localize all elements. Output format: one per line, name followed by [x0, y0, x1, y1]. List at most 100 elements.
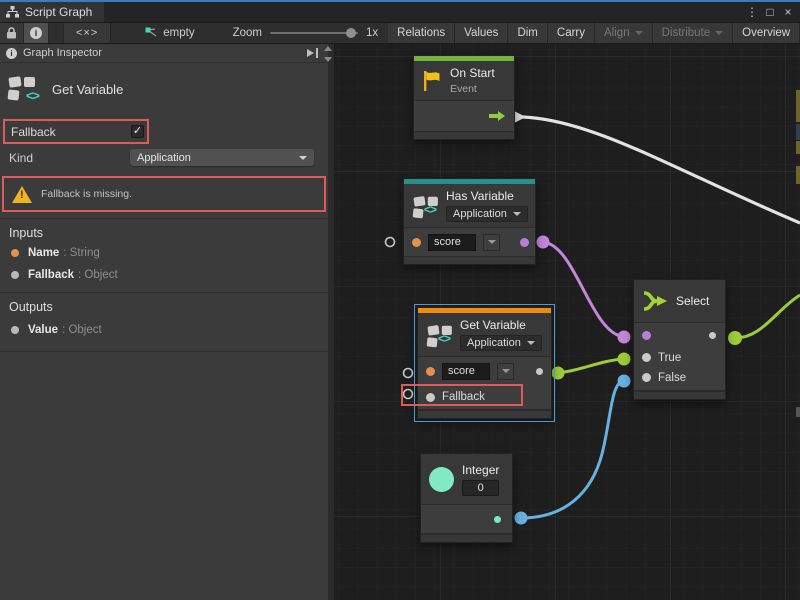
- false-input-port[interactable]: [642, 373, 651, 382]
- integer-value-field[interactable]: 0: [462, 480, 499, 496]
- chevron-down-icon: [502, 369, 510, 373]
- port-name: Fallback: [28, 269, 74, 281]
- node-subtitle: Event: [450, 83, 495, 95]
- node-select[interactable]: Select True False: [633, 279, 726, 400]
- name-input-port[interactable]: [412, 238, 421, 247]
- name-input-port[interactable]: [426, 367, 435, 376]
- inputs-section-title: Inputs: [0, 219, 328, 242]
- chevron-down-icon: [715, 31, 723, 35]
- input-port-row: Fallback : Object: [0, 264, 328, 286]
- window-controls: ⋮ □ ×: [744, 2, 800, 22]
- tab-script-graph[interactable]: Script Graph: [0, 2, 104, 22]
- port-type: : String: [63, 247, 99, 259]
- unconnected-port-ring[interactable]: [386, 238, 395, 247]
- graph-inspector-panel: Graph Inspector Get Variable Fallback ✓ …: [0, 44, 334, 600]
- fallback-checkbox[interactable]: ✓: [131, 125, 144, 138]
- wire-endpoint: [552, 367, 565, 380]
- info-icon: [30, 27, 42, 39]
- wire-bool: [543, 242, 624, 337]
- wire-endpoint: [618, 353, 631, 366]
- zoom-slider-knob[interactable]: [346, 28, 356, 38]
- warning-icon: [12, 186, 32, 203]
- int-output-port[interactable]: [494, 516, 501, 523]
- carry-label: Carry: [557, 27, 585, 39]
- values-button[interactable]: Values: [455, 23, 508, 43]
- zoom-slider[interactable]: [270, 32, 358, 34]
- bool-output-port[interactable]: [520, 238, 529, 247]
- dock-panel-button[interactable]: [306, 48, 320, 58]
- warning-text: Fallback is missing.: [41, 188, 132, 200]
- graph-canvas[interactable]: On Start Event Has Variable: [334, 44, 800, 600]
- variable-name-field[interactable]: score: [442, 363, 490, 380]
- variable-kind-dropdown[interactable]: Application: [446, 206, 528, 222]
- fallback-input-port[interactable]: [426, 393, 435, 402]
- tab-label: Script Graph: [25, 5, 92, 19]
- node-integer[interactable]: Integer 0: [420, 453, 513, 543]
- variable-kind-dropdown[interactable]: Application: [460, 335, 542, 351]
- selection-output-port[interactable]: [709, 332, 716, 339]
- node-get-variable[interactable]: Get Variable Application score F: [417, 307, 552, 419]
- variable-name-dropdown[interactable]: [483, 234, 500, 251]
- select-merge-icon: [642, 288, 668, 314]
- code-icon: [76, 27, 98, 39]
- clipped-node-edge: [796, 166, 800, 184]
- overview-button[interactable]: Overview: [733, 23, 800, 43]
- align-button[interactable]: Align: [595, 23, 653, 43]
- script-graph-window: Script Graph ⋮ □ × empty: [0, 0, 800, 600]
- true-input-port[interactable]: [642, 353, 651, 362]
- wire-object: [558, 359, 624, 373]
- node-header: Select: [634, 280, 725, 322]
- scroll-up-icon[interactable]: [324, 46, 332, 51]
- chevron-down-icon: [299, 156, 307, 160]
- inspector-toggle-button[interactable]: [24, 23, 49, 43]
- graph-breadcrumb[interactable]: empty: [135, 23, 204, 43]
- distribute-button[interactable]: Distribute: [653, 23, 734, 43]
- node-footer: [414, 131, 514, 139]
- relations-label: Relations: [397, 27, 445, 39]
- clipped-node-edge: [796, 124, 800, 140]
- node-body: score: [404, 228, 535, 256]
- control-output-port[interactable]: [489, 110, 506, 122]
- clipped-node-edge: [796, 90, 800, 122]
- window-maximize-icon[interactable]: □: [762, 5, 778, 19]
- chevron-down-icon: [488, 240, 496, 244]
- inspector-title: Graph Inspector: [23, 47, 102, 59]
- clipped-node-edge: [796, 141, 800, 154]
- unconnected-port-ring[interactable]: [404, 369, 413, 378]
- input-port-row: Name : String: [0, 242, 328, 264]
- unit-title: Get Variable: [52, 82, 123, 97]
- relations-button[interactable]: Relations: [388, 23, 455, 43]
- variable-name-field[interactable]: score: [428, 234, 476, 251]
- zoom-value: 1x: [366, 27, 378, 39]
- tab-bar: Script Graph ⋮ □ ×: [0, 2, 800, 22]
- fallback-option-row: Fallback ✓: [3, 119, 149, 144]
- variable-icon: [427, 324, 451, 345]
- divider: [0, 351, 328, 352]
- wire-endpoint: [728, 331, 742, 345]
- kind-dropdown[interactable]: Application: [130, 149, 314, 166]
- window-close-icon[interactable]: ×: [780, 5, 796, 19]
- node-title: Get Variable: [460, 318, 542, 332]
- carry-button[interactable]: Carry: [548, 23, 595, 43]
- code-preview-button[interactable]: [63, 23, 111, 43]
- dim-button[interactable]: Dim: [508, 23, 547, 43]
- true-port-label: True: [658, 352, 681, 364]
- condition-input-port[interactable]: [642, 331, 651, 340]
- node-on-start[interactable]: On Start Event: [413, 55, 515, 140]
- unconnected-port-ring[interactable]: [404, 390, 413, 399]
- variable-name-dropdown[interactable]: [497, 363, 514, 380]
- wire-endpoint: [618, 331, 631, 344]
- node-footer: [421, 534, 512, 542]
- lock-button[interactable]: [0, 23, 24, 43]
- node-header: Has Variable Application: [404, 184, 535, 227]
- node-title: Integer: [462, 463, 499, 477]
- inspector-header: Graph Inspector: [0, 44, 328, 63]
- window-menu-icon[interactable]: ⋮: [744, 5, 760, 19]
- scroll-down-icon[interactable]: [324, 57, 332, 62]
- value-output-port[interactable]: [536, 368, 543, 375]
- kind-label: Kind: [9, 151, 130, 165]
- control-connector-arrow: [514, 111, 526, 123]
- node-has-variable[interactable]: Has Variable Application score: [403, 178, 536, 265]
- zoom-control: Zoom 1x: [223, 23, 389, 43]
- overview-label: Overview: [742, 27, 790, 39]
